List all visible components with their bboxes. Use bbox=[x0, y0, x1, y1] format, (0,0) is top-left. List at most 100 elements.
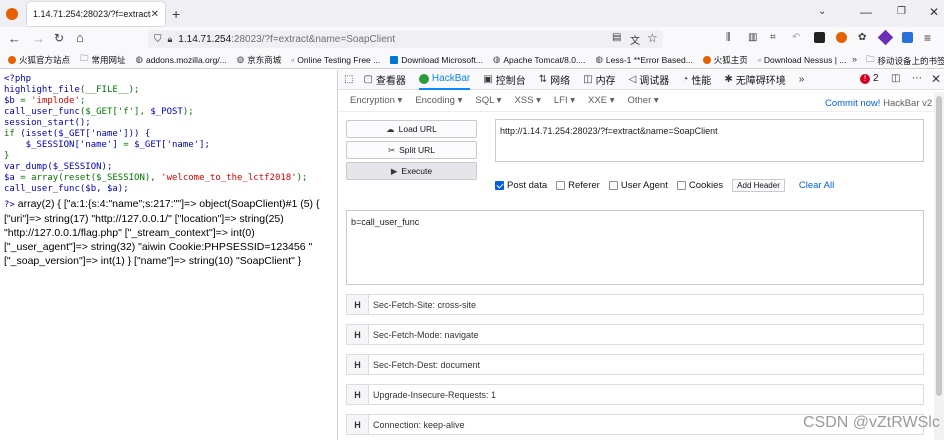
checkbox-label: Cookies bbox=[688, 180, 724, 191]
forward-icon[interactable]: → bbox=[32, 31, 45, 46]
code-token: (isset($_GET['name'])) { bbox=[14, 129, 151, 139]
header-row[interactable]: H Sec-Fetch-Dest: document bbox=[346, 354, 924, 375]
var-dump-output: ?> array(2) { ["a:1:{s:4:"name";s:217:""… bbox=[4, 197, 333, 268]
post-data-checkbox[interactable]: Post data bbox=[495, 180, 547, 191]
firefox-menu-icon[interactable] bbox=[6, 8, 18, 20]
element-picker-icon[interactable]: ⬚ bbox=[344, 74, 353, 85]
url-textarea[interactable]: http://1.14.71.254:28023/?f=extract&name… bbox=[495, 119, 924, 162]
devtools-toolbar: ⬚ ▢ 查看器 HackBar ▣ 控制台 ⇅ 网络 ◫ 内存 ◁ 调试器 ◔ 性能 ✱ 无障… bbox=[338, 70, 944, 90]
bookmark-item[interactable]: ▫ Download Nessus | ... bbox=[758, 55, 847, 65]
extension-dark-icon[interactable] bbox=[814, 32, 825, 43]
more-tabs-icon[interactable]: » bbox=[799, 74, 805, 85]
execute-button[interactable]: ▶ Execute bbox=[346, 162, 477, 180]
address-bar[interactable]: ⛉ 🔒︎ 1.14.71.254:28023/?f=extract&name=S… bbox=[148, 30, 663, 48]
menu-other[interactable]: Other ▾ bbox=[627, 95, 658, 106]
header-row[interactable]: H Sec-Fetch-Mode: navigate bbox=[346, 324, 924, 345]
overflow-chevron-icon[interactable]: » bbox=[852, 54, 857, 64]
minimize-icon[interactable]: — bbox=[860, 5, 872, 19]
header-toggle[interactable]: H bbox=[347, 295, 369, 314]
bookmark-item[interactable]: ◍ Apache Tomcat/8.0.... bbox=[493, 54, 585, 65]
error-count-label: 2 bbox=[873, 73, 879, 84]
play-icon: ▶ bbox=[390, 165, 398, 176]
menu-sql[interactable]: SQL ▾ bbox=[475, 95, 501, 106]
code-token: = bbox=[14, 96, 32, 106]
extension-orange-icon[interactable] bbox=[836, 32, 847, 43]
close-devtools-icon[interactable]: ✕ bbox=[931, 72, 941, 86]
reload-icon[interactable]: ↻ bbox=[54, 31, 64, 45]
bookmark-label: Download Microsoft... bbox=[401, 54, 483, 65]
post-data-textarea[interactable]: b=call_user_func bbox=[346, 210, 924, 285]
header-toggle[interactable]: H bbox=[347, 385, 369, 404]
new-tab-icon[interactable]: + bbox=[172, 6, 180, 22]
tab-debugger[interactable]: ◁ 调试器 bbox=[629, 72, 670, 87]
tab-hackbar[interactable]: HackBar bbox=[418, 70, 471, 90]
load-url-button[interactable]: ☁ Load URL bbox=[346, 120, 477, 138]
home-icon[interactable]: ⌂ bbox=[76, 30, 84, 45]
commit-link[interactable]: Commit now! bbox=[825, 98, 880, 109]
header-value: Sec-Fetch-Site: cross-site bbox=[373, 299, 477, 310]
header-toggle[interactable]: H bbox=[347, 355, 369, 374]
translate-icon[interactable]: 文 bbox=[630, 32, 640, 47]
extension-puzzle-icon[interactable]: ✿ bbox=[858, 32, 866, 43]
scrollbar-thumb[interactable] bbox=[936, 96, 942, 396]
referer-checkbox[interactable]: Referer bbox=[556, 180, 600, 191]
code-token: $_GET['name']; bbox=[134, 140, 210, 150]
menu-label: XXE bbox=[588, 95, 608, 106]
devtools-scrollbar[interactable] bbox=[934, 92, 944, 440]
list-all-tabs-icon[interactable]: ⌄ bbox=[818, 6, 826, 17]
tab-network[interactable]: ⇅ 网络 bbox=[539, 72, 570, 87]
menu-lfi[interactable]: LFI ▾ bbox=[554, 95, 575, 106]
back-icon[interactable]: ← bbox=[8, 31, 21, 46]
split-url-button[interactable]: ✂ Split URL bbox=[346, 141, 477, 159]
header-row[interactable]: H Upgrade-Insecure-Requests: 1 bbox=[346, 384, 924, 405]
bookmark-item[interactable]: ◍ Less-1 **Error Based... bbox=[595, 54, 692, 65]
url-text: http://1.14.71.254:28023/?f=extract&name… bbox=[500, 126, 718, 136]
menu-encryption[interactable]: Encryption ▾ bbox=[350, 95, 402, 106]
bookmark-label: 常用网址 bbox=[91, 54, 126, 65]
tab-console[interactable]: ▣ 控制台 bbox=[483, 72, 525, 87]
user-agent-checkbox[interactable]: User Agent bbox=[608, 180, 668, 191]
close-tab-icon[interactable]: ✕ bbox=[151, 9, 159, 20]
checkbox-label: User Agent bbox=[620, 180, 668, 191]
dock-icon[interactable]: ◫ bbox=[891, 73, 900, 84]
header-toggle[interactable]: H bbox=[347, 325, 369, 344]
bookmark-label: Online Testing Free ... bbox=[297, 54, 381, 65]
mobile-bookmarks[interactable]: 🗀 移动设备上的书签 bbox=[866, 54, 944, 68]
bookmark-item[interactable]: 🗀 常用网址 bbox=[80, 53, 126, 67]
error-count[interactable]: ! 2 bbox=[860, 73, 879, 84]
tab-accessibility[interactable]: ✱ 无障碍环境 bbox=[724, 72, 785, 87]
bookmark-item[interactable]: 火狐主页 bbox=[702, 54, 748, 66]
menu-xss[interactable]: XSS ▾ bbox=[514, 95, 540, 106]
undo-icon[interactable]: ↶ bbox=[792, 32, 800, 43]
restore-icon[interactable]: ❐ bbox=[897, 6, 906, 17]
extension-translate-icon[interactable] bbox=[902, 32, 913, 43]
bookmark-item[interactable]: ▫ Online Testing Free ... bbox=[291, 55, 380, 65]
clear-all-link[interactable]: Clear All bbox=[799, 180, 834, 191]
tab-memory[interactable]: ◫ 内存 bbox=[583, 72, 615, 87]
bookmark-item[interactable]: 火狐官方站点 bbox=[8, 54, 70, 66]
extension-purple-icon[interactable] bbox=[877, 29, 894, 46]
crop-icon[interactable]: ⌗ bbox=[770, 32, 776, 43]
menu-encoding[interactable]: Encoding ▾ bbox=[415, 95, 462, 106]
cookies-checkbox[interactable]: Cookies bbox=[676, 180, 724, 191]
code-line: session_start(); bbox=[4, 118, 91, 128]
bookmark-star-icon[interactable]: ☆ bbox=[647, 31, 658, 45]
tab-inspector[interactable]: ▢ 查看器 bbox=[363, 72, 405, 87]
options-menu-icon[interactable]: ⋯ bbox=[912, 73, 922, 84]
reader-view-icon[interactable]: ▤ bbox=[612, 32, 621, 43]
bookmark-label: Download Nessus | ... bbox=[763, 54, 847, 65]
bookmark-item[interactable]: ◍ 京东商城 bbox=[237, 54, 281, 66]
add-header-button[interactable]: Add Header bbox=[732, 179, 785, 192]
close-window-icon[interactable]: ✕ bbox=[929, 5, 939, 19]
header-row[interactable]: H Sec-Fetch-Site: cross-site bbox=[346, 294, 924, 315]
sidebar-icon[interactable]: ▥ bbox=[748, 32, 757, 43]
app-menu-icon[interactable]: ≡ bbox=[924, 31, 931, 45]
library-icon[interactable]: ⫼ bbox=[726, 32, 731, 43]
bookmark-item[interactable]: Download Microsoft... bbox=[390, 55, 483, 65]
menu-label: Encoding bbox=[415, 95, 455, 106]
header-toggle[interactable]: H bbox=[347, 415, 369, 434]
bookmark-item[interactable]: ◍ addons.mozilla.org/... bbox=[136, 54, 227, 65]
tab-performance[interactable]: ◔ 性能 bbox=[682, 72, 711, 87]
browser-tab[interactable]: 1.14.71.254:28023/?f=extract&n ✕ bbox=[27, 2, 165, 26]
menu-xxe[interactable]: XXE ▾ bbox=[588, 95, 614, 106]
